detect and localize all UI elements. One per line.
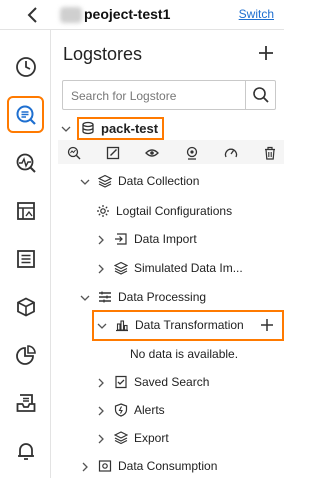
tree-export[interactable]: Export [96, 426, 169, 450]
back-arrow-icon[interactable] [26, 6, 40, 24]
left-nav [0, 30, 51, 478]
processing-list-icon [98, 290, 112, 304]
project-name: peoject-test1 [84, 6, 171, 22]
chevron-right-icon[interactable] [96, 405, 106, 416]
pie-chart-icon[interactable] [11, 340, 40, 369]
layers-icon [97, 174, 113, 188]
tree-label: Export [134, 431, 169, 445]
tree-saved-search[interactable]: Saved Search [96, 370, 209, 394]
panel-title: Logstores [63, 44, 143, 64]
alert-shield-icon [114, 403, 128, 417]
bell-icon[interactable] [11, 436, 40, 465]
location-pin-icon[interactable] [185, 146, 199, 160]
tree-data-collection[interactable]: Data Collection [80, 169, 199, 193]
chevron-right-icon[interactable] [96, 377, 106, 388]
logstore-name: pack-test [101, 120, 159, 136]
tree-simulated-data-import[interactable]: Simulated Data Im... [96, 256, 243, 280]
edit-icon[interactable] [106, 146, 120, 160]
delete-icon[interactable] [263, 146, 277, 160]
database-icon [81, 121, 95, 135]
layers-icon [113, 261, 129, 275]
tree-label: Data Consumption [118, 459, 218, 473]
transform-chart-icon [115, 318, 129, 332]
chevron-right-icon[interactable] [96, 234, 106, 245]
tree-logtail-configurations[interactable]: Logtail Configurations [96, 199, 232, 223]
package-icon[interactable] [11, 292, 40, 321]
gauge-icon[interactable] [224, 146, 238, 160]
top-bar: peoject-test1 Switch [0, 0, 284, 30]
chevron-down-icon[interactable] [97, 320, 107, 330]
tree-data-transformation[interactable]: Data Transformation [97, 313, 244, 337]
logstore-highlight[interactable]: pack-test [76, 116, 165, 140]
switch-project-link[interactable]: Switch [239, 7, 274, 21]
chevron-right-icon[interactable] [96, 433, 106, 444]
chevron-down-icon[interactable] [80, 176, 90, 186]
chevron-right-icon[interactable] [96, 263, 106, 274]
tree-data-import[interactable]: Data Import [96, 227, 197, 251]
tree-label: Data Collection [118, 174, 200, 188]
tree-label: Logtail Configurations [116, 204, 233, 218]
dashboard-icon[interactable] [11, 196, 40, 225]
add-logstore-icon[interactable] [257, 44, 275, 62]
import-icon [114, 232, 128, 246]
no-data-message: No data is available. [130, 347, 239, 361]
saved-search-icon [114, 375, 128, 389]
chevron-right-icon[interactable] [80, 461, 90, 472]
inbox-icon[interactable] [11, 388, 40, 417]
search-divider [245, 81, 246, 109]
logstore-toolbar [67, 144, 277, 162]
gear-icon [96, 204, 110, 218]
consumption-icon [98, 459, 112, 473]
logstore-search-icon[interactable] [7, 96, 44, 133]
tree-label: Saved Search [134, 375, 210, 389]
chevron-down-icon[interactable] [80, 292, 90, 302]
tree-label: Data Import [134, 232, 197, 246]
logstore-search-input[interactable] [71, 87, 246, 105]
tree-label: Simulated Data Im... [134, 261, 243, 275]
export-icon [113, 431, 129, 445]
project-avatar-blurred [60, 7, 82, 23]
list-icon[interactable] [11, 244, 40, 273]
clock-icon[interactable] [11, 52, 40, 81]
eye-icon[interactable] [145, 146, 160, 160]
tree-label: Data Transformation [135, 318, 244, 332]
tree-alerts[interactable]: Alerts [96, 398, 165, 422]
chevron-down-icon[interactable] [61, 123, 71, 133]
monitor-icon[interactable] [11, 148, 40, 177]
tree-data-processing[interactable]: Data Processing [80, 285, 206, 309]
tree-label: Alerts [134, 403, 165, 417]
search-analyze-icon[interactable] [67, 146, 81, 160]
tree-data-consumption[interactable]: Data Consumption [80, 454, 217, 478]
tree-label: Data Processing [118, 290, 207, 304]
logstore-row[interactable]: pack-test [61, 116, 165, 140]
logstore-search-box [62, 80, 276, 110]
search-icon[interactable] [252, 86, 270, 104]
add-transformation-icon[interactable] [260, 318, 274, 332]
